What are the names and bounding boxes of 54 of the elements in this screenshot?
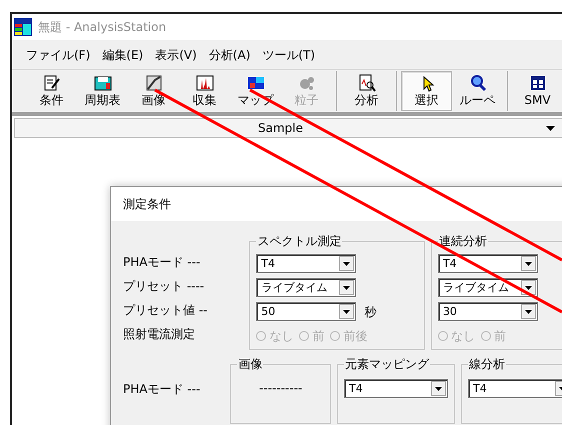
unit-label: 秒 (364, 304, 376, 320)
group-title: 線分析 (468, 356, 506, 372)
toolbar-button[interactable]: 分析 (341, 71, 392, 111)
dropdown-arrow-icon (435, 386, 442, 390)
pha-mode-select[interactable]: T4 (438, 254, 538, 273)
app-icon (14, 18, 32, 36)
group-title: 画像 (237, 356, 264, 372)
toolbar-button[interactable]: 収集 (179, 71, 230, 111)
menu-item[interactable]: 表示(V) (155, 46, 197, 64)
preset-select[interactable]: ライブタイム (256, 278, 356, 297)
grid-window-icon (528, 74, 546, 92)
menu-item[interactable]: ツール(T) (262, 46, 316, 64)
field-label: 照射電流測定 (123, 326, 196, 343)
field-label: プリセット ---- (123, 278, 206, 295)
preset-select[interactable]: ライブタイム (438, 278, 538, 297)
magnifier-icon (468, 74, 486, 92)
group-title: 連続分析 (438, 233, 488, 249)
analysis-icon (358, 74, 376, 92)
menu-item[interactable]: 編集(E) (102, 46, 144, 64)
map-icon (246, 74, 264, 92)
dropdown-arrow-icon (343, 262, 350, 266)
toolbar-button[interactable]: SMV (512, 71, 562, 111)
image-icon (144, 74, 162, 92)
toolbar-button[interactable]: 周期表 (77, 71, 128, 111)
periodic-table-icon (94, 74, 112, 92)
field-label: PHAモード --- (123, 254, 202, 271)
dropdown-arrow-icon (524, 262, 532, 266)
spectrum-icon (196, 74, 214, 92)
dropdown-arrow-icon (343, 310, 350, 314)
menu-item[interactable]: 分析(A) (208, 46, 250, 64)
placeholder-dashes: ---------- (258, 380, 304, 397)
edit-icon (42, 74, 60, 92)
dropdown-arrow-icon (343, 286, 350, 290)
field-label: PHAモード --- (123, 381, 202, 398)
dropdown-arrow-icon (524, 310, 532, 314)
pha-mode-select[interactable]: T4 (468, 379, 562, 398)
pha-mode-select[interactable]: T4 (344, 379, 448, 398)
toolbar-button[interactable]: 条件 (26, 71, 77, 111)
dialog-title: 測定条件 (123, 196, 171, 213)
preset-value-select[interactable]: 30 (438, 302, 538, 321)
field-label: プリセット値 -- (123, 302, 208, 319)
pha-mode-select[interactable]: T4 (256, 254, 356, 273)
sample-selector[interactable]: Sample (14, 118, 562, 138)
toolbar-button[interactable]: ルーペ (452, 71, 503, 111)
toolbar-button[interactable]: 選択 (401, 71, 452, 111)
group-title: 元素マッピング (344, 356, 430, 372)
menu-item[interactable]: ファイル(F) (26, 46, 90, 64)
dropdown-arrow-icon (524, 286, 532, 290)
dropdown-arrow-icon (546, 126, 555, 130)
group-title: スペクトル測定 (256, 233, 342, 249)
preset-value-select[interactable]: 50 (256, 302, 356, 321)
particles-icon (298, 74, 316, 92)
window-title: 無題 - AnalysisStation (38, 19, 166, 36)
toolbar-button[interactable]: 画像 (128, 71, 179, 111)
